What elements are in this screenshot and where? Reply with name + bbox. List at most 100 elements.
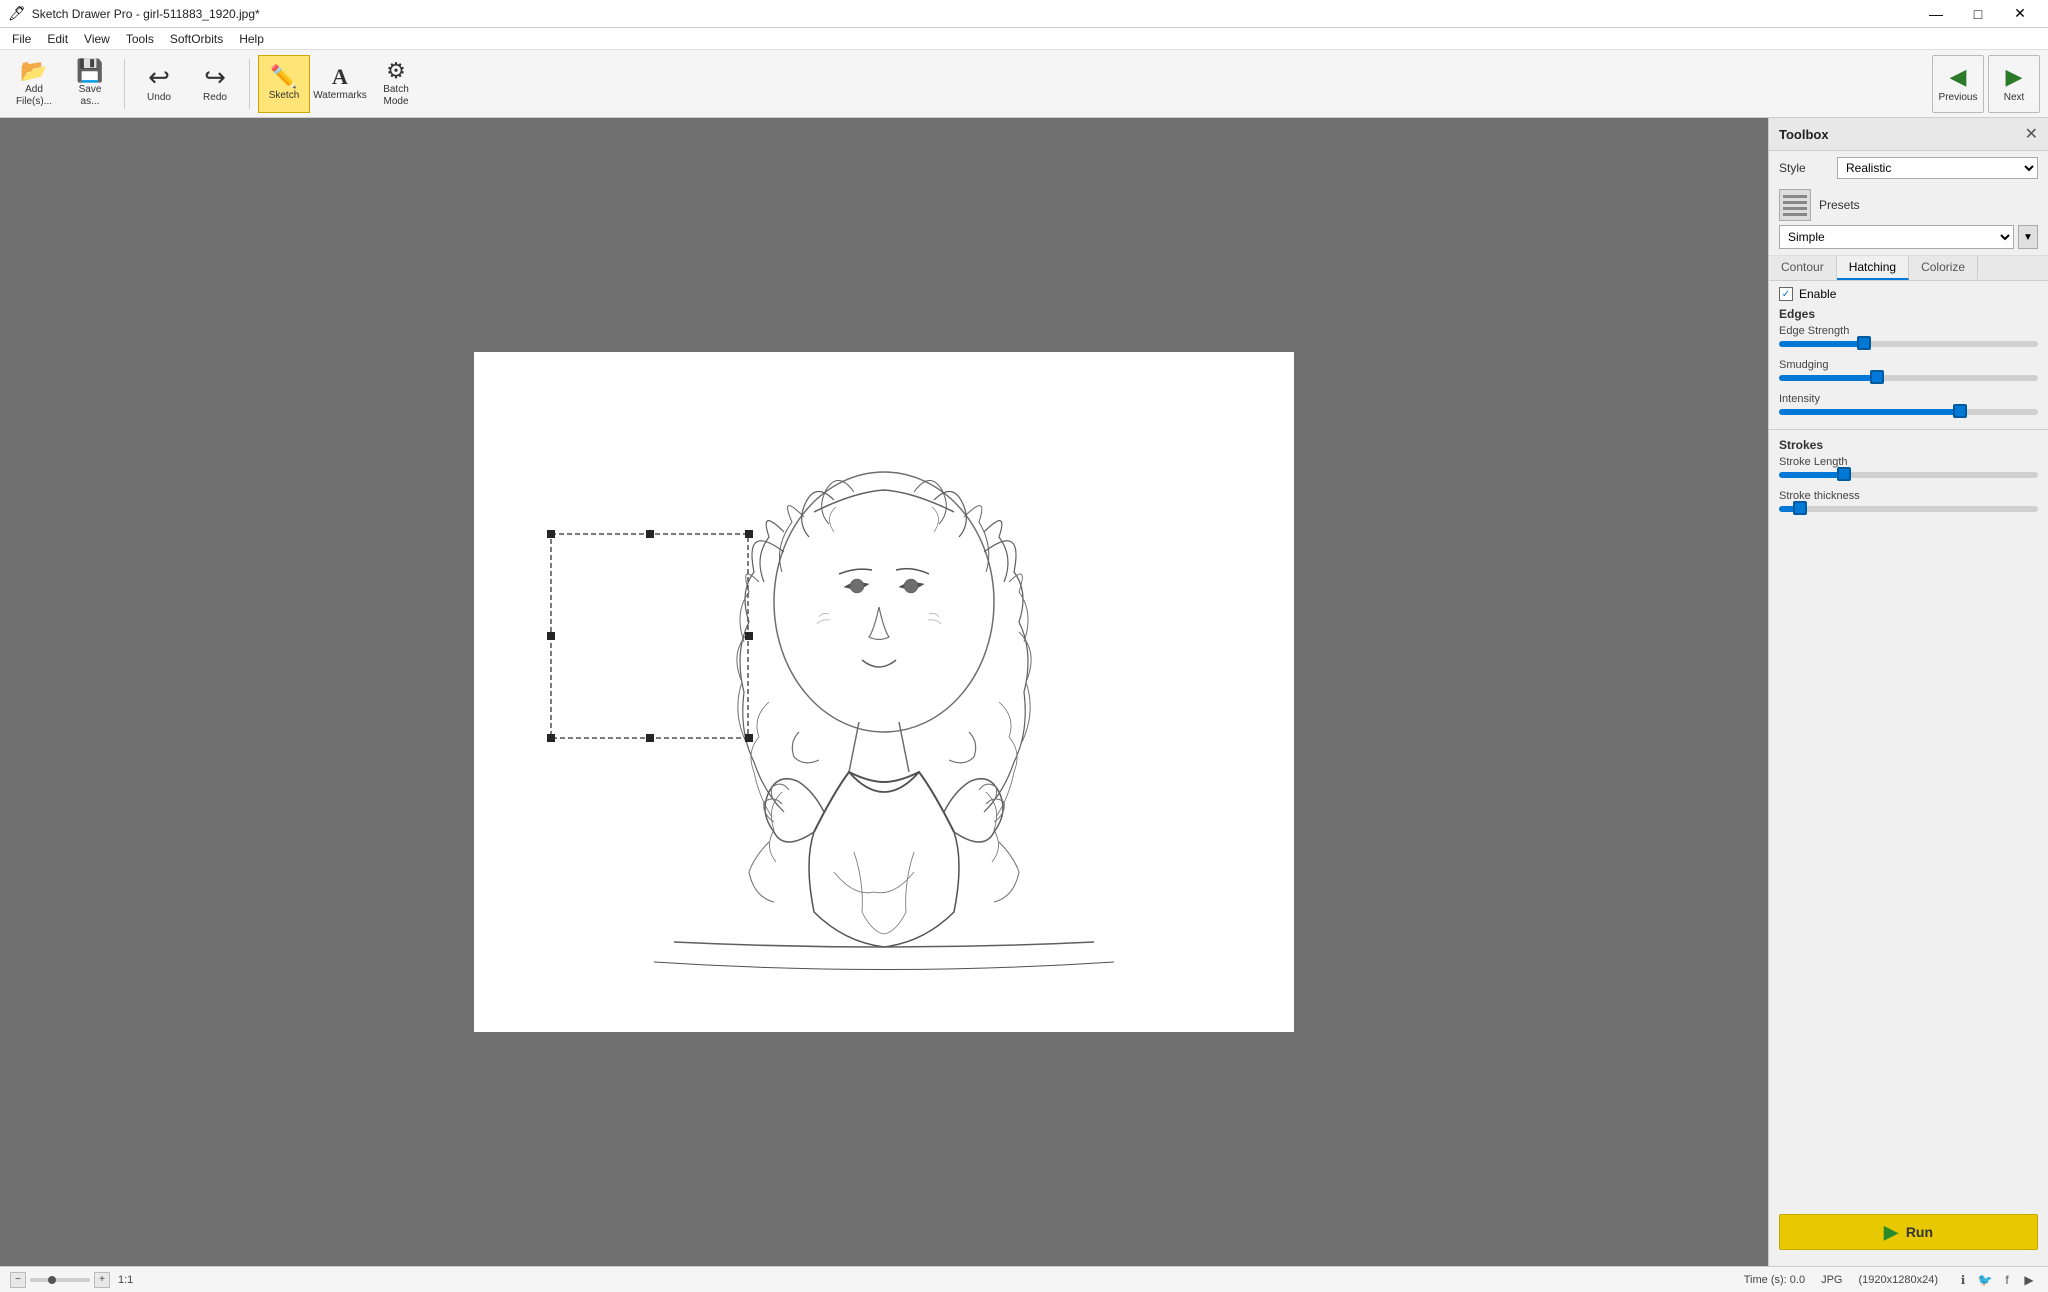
previous-icon: ◀ xyxy=(1950,64,1967,90)
enable-checkbox[interactable] xyxy=(1779,287,1793,301)
next-label: Next xyxy=(2004,92,2025,103)
sketch-canvas xyxy=(474,352,1294,1032)
add-files-button[interactable]: 📂 AddFile(s)... xyxy=(8,55,60,113)
redo-icon: ↪ xyxy=(204,64,226,90)
previous-button[interactable]: ◀ Previous xyxy=(1932,55,1984,113)
zoom-slider-thumb xyxy=(48,1276,56,1284)
youtube-icon[interactable]: ▶ xyxy=(2020,1271,2038,1289)
stroke-length-thumb[interactable] xyxy=(1837,467,1851,481)
redo-button[interactable]: ↪ Redo xyxy=(189,55,241,113)
sketch-svg xyxy=(474,352,1294,1032)
close-button[interactable]: ✕ xyxy=(2000,0,2040,28)
zoom-out-button[interactable]: − xyxy=(10,1272,26,1288)
presets-dropdown-arrow[interactable]: ▼ xyxy=(2018,225,2038,249)
edges-section-title: Edges xyxy=(1769,303,2048,323)
tab-contour[interactable]: Contour xyxy=(1769,256,1837,280)
smudging-label: Smudging xyxy=(1779,359,2038,371)
run-icon: ▶ xyxy=(1884,1222,1898,1243)
toolbox-title: Toolbox xyxy=(1779,127,1829,142)
intensity-slider-track[interactable] xyxy=(1779,409,2038,415)
title-bar: 🖊 Sketch Drawer Pro - girl-511883_1920.j… xyxy=(0,0,2048,28)
zoom-label: 1:1 xyxy=(118,1274,133,1286)
maximize-button[interactable]: □ xyxy=(1958,0,1998,28)
undo-label: Undo xyxy=(147,92,171,103)
undo-icon: ↩ xyxy=(148,64,170,90)
minimize-button[interactable]: — xyxy=(1916,0,1956,28)
save-as-button[interactable]: 💾 Saveas... xyxy=(64,55,116,113)
facebook-icon[interactable]: f xyxy=(1998,1271,2016,1289)
sketch-label: Sketch xyxy=(269,90,300,101)
strokes-section-title: Strokes xyxy=(1769,434,2048,454)
presets-section: Presets Simple Detailed High Contrast So… xyxy=(1769,185,2048,256)
presets-select[interactable]: Simple Detailed High Contrast Soft xyxy=(1779,225,2014,249)
run-button[interactable]: ▶ Run xyxy=(1779,1214,2038,1250)
presets-header: Presets xyxy=(1779,189,2038,221)
tabs-row: Contour Hatching Colorize xyxy=(1769,256,2048,281)
menu-view[interactable]: View xyxy=(76,30,118,48)
menu-bar: File Edit View Tools SoftOrbits Help xyxy=(0,28,2048,50)
menu-file[interactable]: File xyxy=(4,30,39,48)
menu-help[interactable]: Help xyxy=(231,30,272,48)
intensity-thumb[interactable] xyxy=(1953,404,1967,418)
stroke-length-slider-track[interactable] xyxy=(1779,472,2038,478)
intensity-row: Intensity xyxy=(1769,391,2048,425)
redo-label: Redo xyxy=(203,92,227,103)
presets-icon xyxy=(1779,189,1811,221)
status-bar: − + 1:1 Time (s): 0.0 JPG (1920x1280x24)… xyxy=(0,1266,2048,1292)
section-divider-strokes xyxy=(1769,429,2048,430)
next-button[interactable]: ▶ Next xyxy=(1988,55,2040,113)
canvas-area[interactable] xyxy=(0,118,1768,1266)
toolbox-close-button[interactable]: ✕ xyxy=(2025,124,2038,144)
menu-tools[interactable]: Tools xyxy=(118,30,162,48)
presets-label: Presets xyxy=(1819,198,1860,212)
status-left: − + 1:1 xyxy=(10,1272,1728,1288)
enable-label: Enable xyxy=(1799,287,1836,301)
style-row: Style Realistic Simple Detailed Cartoon xyxy=(1769,151,2048,185)
toolbar: 📂 AddFile(s)... 💾 Saveas... ↩ Undo ↪ Red… xyxy=(0,50,2048,118)
twitter-icon[interactable]: 🐦 xyxy=(1976,1271,1994,1289)
next-icon: ▶ xyxy=(2006,64,2023,90)
edge-strength-thumb[interactable] xyxy=(1857,336,1871,350)
tab-colorize[interactable]: Colorize xyxy=(1909,256,1978,280)
stroke-thickness-thumb[interactable] xyxy=(1793,501,1807,515)
add-files-icon: 📂 xyxy=(20,60,47,82)
batch-mode-label: BatchMode xyxy=(383,84,409,108)
tab-hatching[interactable]: Hatching xyxy=(1837,256,1909,280)
smudging-thumb[interactable] xyxy=(1870,370,1884,384)
style-label: Style xyxy=(1779,161,1829,175)
batch-mode-button[interactable]: ⚙ BatchMode xyxy=(370,55,422,113)
save-as-label: Saveas... xyxy=(79,84,102,108)
watermarks-button[interactable]: A Watermarks xyxy=(314,55,366,113)
format-label: JPG xyxy=(1821,1274,1842,1286)
edge-strength-fill xyxy=(1779,341,1864,347)
window-title: Sketch Drawer Pro - girl-511883_1920.jpg… xyxy=(32,7,260,21)
toolbar-separator-1 xyxy=(124,59,125,109)
smudging-slider-track[interactable] xyxy=(1779,375,2038,381)
zoom-in-button[interactable]: + xyxy=(94,1272,110,1288)
save-as-icon: 💾 xyxy=(76,60,103,82)
stroke-length-row: Stroke Length xyxy=(1769,454,2048,488)
smudging-row: Smudging xyxy=(1769,357,2048,391)
app-icon: 🖊 xyxy=(8,5,26,22)
menu-edit[interactable]: Edit xyxy=(39,30,76,48)
add-files-label: AddFile(s)... xyxy=(16,84,52,108)
edge-strength-row: Edge Strength xyxy=(1769,323,2048,357)
edge-strength-slider-track[interactable] xyxy=(1779,341,2038,347)
time-label: Time (s): 0.0 xyxy=(1744,1274,1805,1286)
title-bar-left: 🖊 Sketch Drawer Pro - girl-511883_1920.j… xyxy=(8,5,260,22)
sketch-icon: ✏️ xyxy=(270,66,297,88)
enable-row: Enable xyxy=(1769,281,2048,303)
undo-button[interactable]: ↩ Undo xyxy=(133,55,185,113)
stroke-thickness-slider-track[interactable] xyxy=(1779,506,2038,512)
stroke-length-fill xyxy=(1779,472,1844,478)
stroke-length-label: Stroke Length xyxy=(1779,456,2038,468)
main-layout: Toolbox ✕ Style Realistic Simple Detaile… xyxy=(0,118,2048,1266)
menu-softorbits[interactable]: SoftOrbits xyxy=(162,30,231,48)
zoom-slider-track[interactable] xyxy=(30,1278,90,1282)
sketch-button[interactable]: ✏️ Sketch xyxy=(258,55,310,113)
stroke-thickness-label: Stroke thickness xyxy=(1779,490,2038,502)
info-icon[interactable]: ℹ xyxy=(1954,1271,1972,1289)
intensity-label: Intensity xyxy=(1779,393,2038,405)
style-select[interactable]: Realistic Simple Detailed Cartoon xyxy=(1837,157,2038,179)
stroke-thickness-row: Stroke thickness xyxy=(1769,488,2048,522)
